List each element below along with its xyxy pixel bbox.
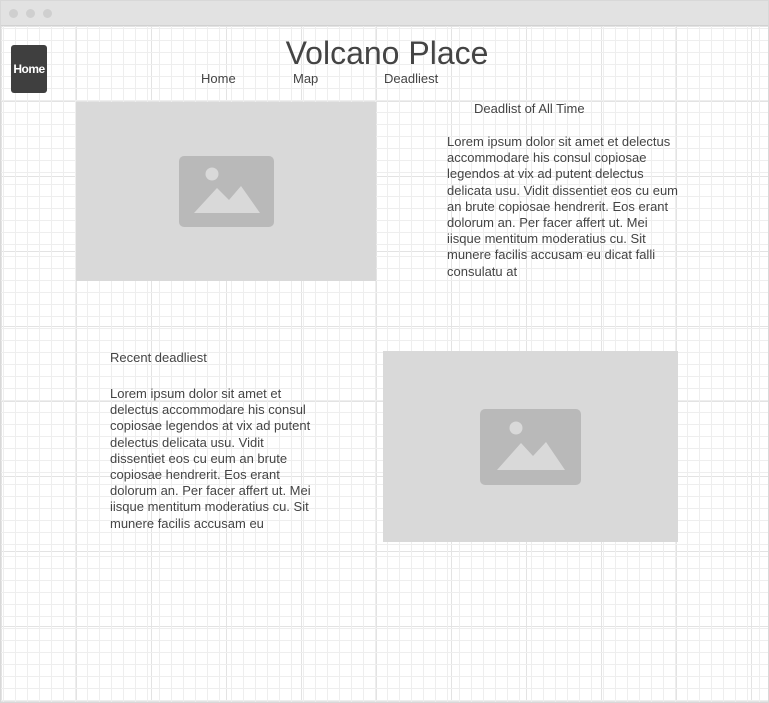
image-icon [480, 409, 581, 485]
window-dot-icon[interactable] [9, 9, 18, 18]
site-title: Volcano Place [285, 35, 489, 71]
image-icon [179, 156, 274, 227]
image-placeholder-all-time [76, 102, 376, 281]
section-heading-recent: Recent deadliest [110, 350, 207, 365]
window-titlebar [1, 1, 768, 26]
section-heading-all-time: Deadlist of All Time [474, 101, 585, 116]
section-body-recent: Lorem ipsum dolor sit amet et delectus a… [110, 386, 311, 531]
nav-item-home[interactable]: Home [201, 71, 236, 87]
image-placeholder-recent [383, 351, 678, 542]
browser-window: Home Volcano Place Home Map Deadliest De… [0, 0, 769, 703]
window-dot-icon[interactable] [26, 9, 35, 18]
section-body-all-time: Lorem ipsum dolor sit amet et delectus a… [447, 134, 679, 279]
nav-item-deadliest[interactable]: Deadliest [384, 71, 438, 87]
window-dot-icon[interactable] [43, 9, 52, 18]
nav-item-map[interactable]: Map [293, 71, 318, 87]
